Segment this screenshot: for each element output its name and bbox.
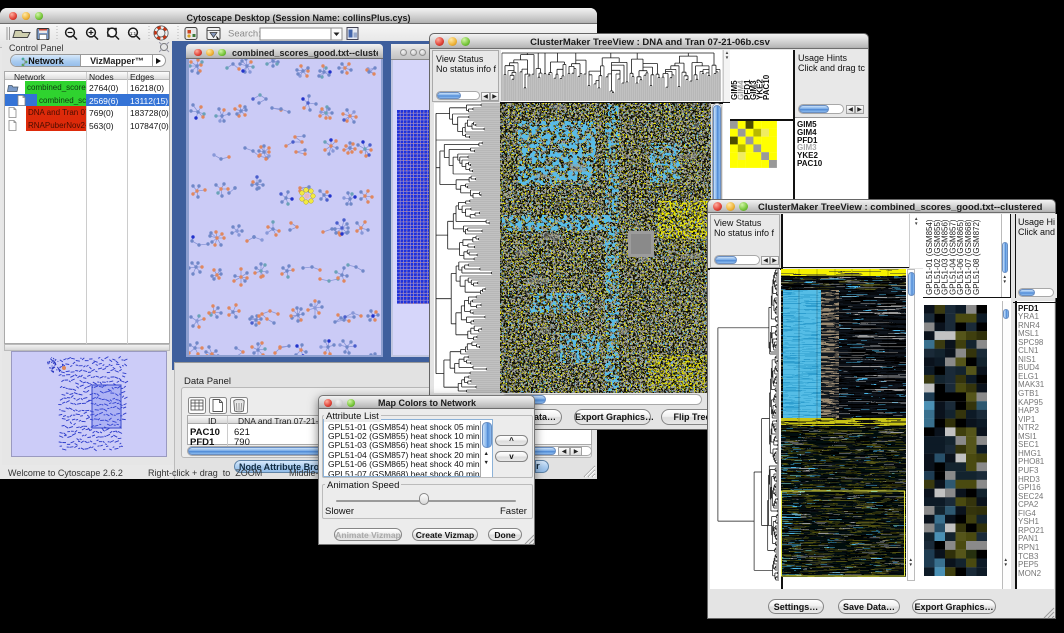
svg-text:1:1: 1:1 (130, 31, 137, 36)
svg-text:PAC10: PAC10 (762, 74, 771, 100)
svg-text:GPL51-08 (GSM872): GPL51-08 (GSM872) (972, 219, 981, 295)
svg-text:Search:: Search: (228, 29, 261, 40)
